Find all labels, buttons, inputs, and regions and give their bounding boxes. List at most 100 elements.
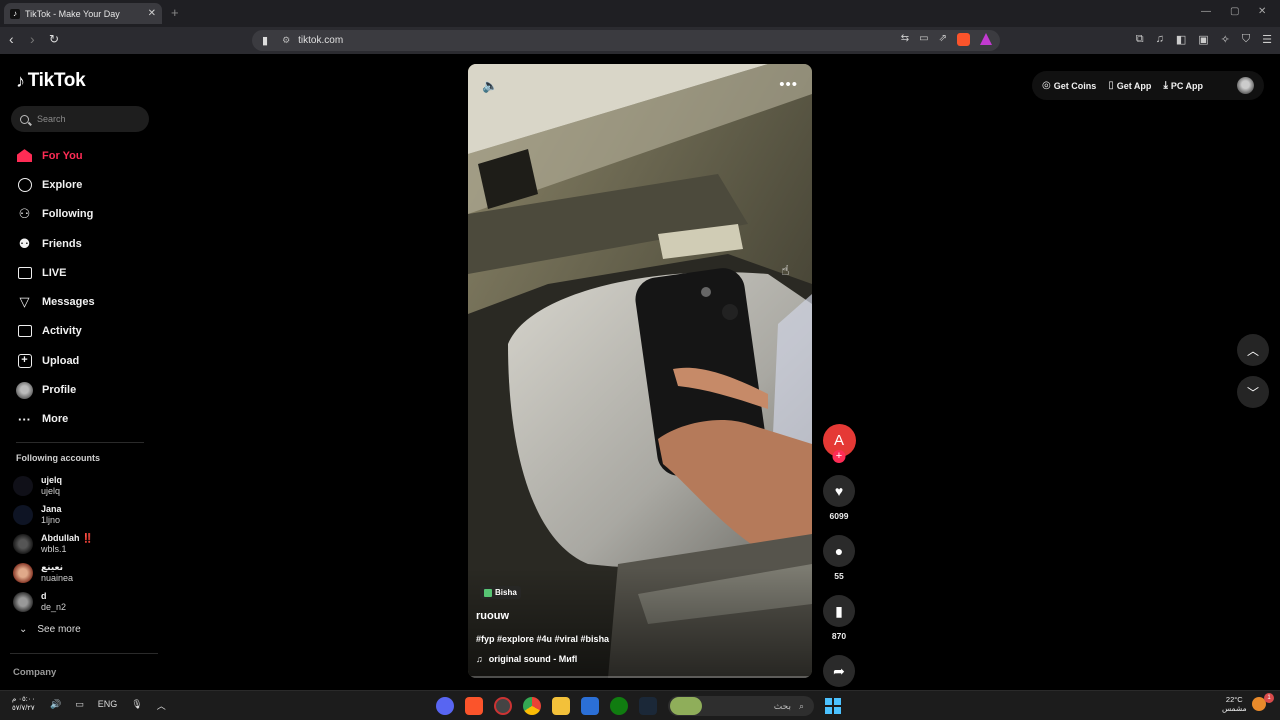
tiktok-logo[interactable]: ♪ TikTok	[16, 70, 86, 92]
file-explorer-icon[interactable]	[552, 697, 570, 715]
following-accounts-list: ujelq ujelq Jana 1ljno Abdullah ‼️ wbls.1 ن…	[13, 471, 153, 617]
account-name: Abdullah	[41, 532, 80, 543]
share-icon[interactable]: ⇗	[939, 33, 947, 46]
brave-rewards-icon[interactable]	[980, 33, 992, 45]
get-coins-button[interactable]: ◎ Get Coins	[1042, 80, 1096, 91]
comment-action[interactable]: ● 55	[822, 535, 856, 581]
screenshot-icon[interactable]: ⧉	[1136, 33, 1144, 46]
bookmark-icon[interactable]: ▮	[823, 595, 855, 627]
site-info-icon[interactable]: ⚙	[282, 35, 290, 46]
sidebar-item-upload[interactable]: + Upload	[16, 346, 156, 375]
windows-taskbar: ٠٥:٠٠ م ٥٧/٧/٢٧ 🔊 ▭ ENG 🎙 ︿ بحث ⌕ 22°C م…	[0, 690, 1280, 720]
see-more-button[interactable]: ⌄ See more	[19, 624, 81, 635]
avatar	[13, 475, 33, 496]
previous-video-button[interactable]: ︿	[1237, 334, 1269, 366]
weather-widget[interactable]: 22°C مشمس	[1222, 695, 1247, 713]
sidebar-item-messages[interactable]: ▽ Messages	[16, 287, 156, 316]
get-app-button[interactable]: ▯ Get App	[1108, 80, 1151, 91]
taskbar-clock[interactable]: ٠٥:٠٠ م ٥٧/٧/٢٧	[12, 695, 35, 713]
tab-close-icon[interactable]: ✕	[148, 8, 156, 19]
volume-icon[interactable]: 🔈	[482, 78, 498, 94]
sidebar-item-for-you[interactable]: For You	[16, 141, 156, 170]
pc-app-button[interactable]: ⤓ PC App	[1163, 80, 1203, 91]
account-item[interactable]: Abdullah ‼️ wbls.1	[13, 529, 153, 558]
creator-avatar[interactable]: A +	[822, 424, 856, 463]
microphone-icon[interactable]: 🎙	[131, 699, 142, 712]
action-bar: A + ♥ 6099 ● 55 ▮ 870 ➦ 404	[822, 424, 856, 701]
sidebar-item-friends[interactable]: ⚉ Friends	[16, 229, 156, 258]
language-indicator[interactable]: ENG	[98, 699, 118, 712]
system-tray: 🔊 ▭ ENG 🎙 ︿	[50, 699, 166, 712]
reload-icon[interactable]: ↻	[49, 32, 59, 46]
sidebar-icon[interactable]: ◧	[1176, 33, 1186, 46]
location-badge[interactable]: Bisha	[480, 586, 521, 599]
sidebar-item-live[interactable]: LIVE	[16, 258, 156, 287]
forward-icon[interactable]: ›	[30, 31, 35, 47]
profile-icon	[16, 381, 33, 399]
browser-tab[interactable]: ♪ TikTok - Make Your Day ✕	[4, 3, 162, 24]
window-close-icon[interactable]: ✕	[1258, 6, 1266, 17]
account-flag: ‼️	[82, 532, 94, 543]
taskbar-apps: بحث ⌕	[436, 696, 841, 716]
leo-ai-icon[interactable]: ✧	[1221, 33, 1230, 46]
obs-icon[interactable]	[494, 697, 512, 715]
taskbar-search[interactable]: بحث ⌕	[668, 696, 814, 716]
sidebar-item-more[interactable]: ··· More	[16, 405, 156, 434]
address-bar[interactable]: ▮ ⚙ tiktok.com ⇆ ▭ ⇗	[252, 30, 1000, 51]
video-progress-bar[interactable]	[468, 676, 812, 678]
logo-text: TikTok	[27, 70, 86, 91]
wallet-icon[interactable]: ▣	[1198, 33, 1208, 46]
brave-shields-icon[interactable]	[957, 33, 970, 46]
video-sound[interactable]: ♫ original sound - Mиfl	[476, 654, 577, 664]
brave-icon[interactable]	[465, 697, 483, 715]
minimize-icon[interactable]: —	[1201, 6, 1211, 17]
heart-icon[interactable]: ♥	[823, 475, 855, 507]
chrome-icon[interactable]	[523, 697, 541, 715]
account-item[interactable]: ujelq ujelq	[13, 471, 153, 500]
follow-plus-icon[interactable]: +	[832, 450, 846, 463]
new-tab-button[interactable]: +	[171, 5, 179, 20]
company-link[interactable]: Company	[13, 667, 56, 678]
cast-icon[interactable]: ▭	[919, 33, 928, 46]
network-icon[interactable]: ▭	[75, 699, 84, 712]
sidebar-item-activity[interactable]: Activity	[16, 317, 156, 346]
top-right-toolbar: ◎ Get Coins ▯ Get App ⤓ PC App	[1032, 71, 1264, 100]
maximize-icon[interactable]: ▢	[1230, 6, 1239, 17]
windows-start-icon[interactable]	[825, 698, 841, 714]
tiktok-favicon-icon: ♪	[10, 8, 20, 19]
account-item[interactable]: d de_n2	[13, 588, 153, 617]
account-item[interactable]: نعينع nuainea	[13, 559, 153, 588]
steam-icon[interactable]	[639, 697, 657, 715]
sidebar-item-explore[interactable]: Explore	[16, 170, 156, 199]
bookmark-icon[interactable]: ▮	[262, 34, 268, 47]
menu-icon[interactable]: ☰	[1262, 33, 1272, 46]
tray-overflow-icon[interactable]: ︿	[157, 699, 166, 712]
video-player[interactable]: 🔈 ••• ☝ Bisha ruouw #fyp #explore #4u #v…	[468, 64, 812, 678]
search-input[interactable]	[37, 114, 137, 124]
chevron-down-icon: ﹀	[1246, 385, 1259, 400]
user-avatar[interactable]	[1237, 77, 1254, 94]
share-arrow-icon[interactable]: ➦	[823, 655, 855, 687]
back-icon[interactable]: ‹	[9, 31, 14, 47]
sidebar-item-following[interactable]: ⚇ Following	[16, 200, 156, 229]
like-action[interactable]: ♥ 6099	[822, 475, 856, 521]
sidebar-item-profile[interactable]: Profile	[16, 375, 156, 404]
search-box[interactable]	[11, 106, 149, 132]
next-video-button[interactable]: ﹀	[1237, 376, 1269, 408]
video-hashtags[interactable]: #fyp #explore #4u #viral #bisha	[476, 634, 609, 644]
volume-tray-icon[interactable]: 🔊	[50, 699, 61, 712]
url-text: tiktok.com	[298, 35, 344, 46]
more-options-icon[interactable]: •••	[779, 76, 798, 93]
video-author[interactable]: ruouw	[476, 610, 509, 622]
xbox-icon[interactable]	[610, 697, 628, 715]
media-icon[interactable]: ♫	[1156, 33, 1164, 46]
discord-icon[interactable]	[436, 697, 454, 715]
store-icon[interactable]	[581, 697, 599, 715]
vpn-icon[interactable]: ⛉	[1242, 33, 1250, 46]
notification-badge[interactable]: 1	[1264, 693, 1274, 703]
account-item[interactable]: Jana 1ljno	[13, 500, 153, 529]
search-text: بحث	[773, 700, 791, 711]
translate-icon[interactable]: ⇆	[901, 33, 909, 46]
save-action[interactable]: ▮ 870	[822, 595, 856, 641]
comment-icon[interactable]: ●	[823, 535, 855, 567]
